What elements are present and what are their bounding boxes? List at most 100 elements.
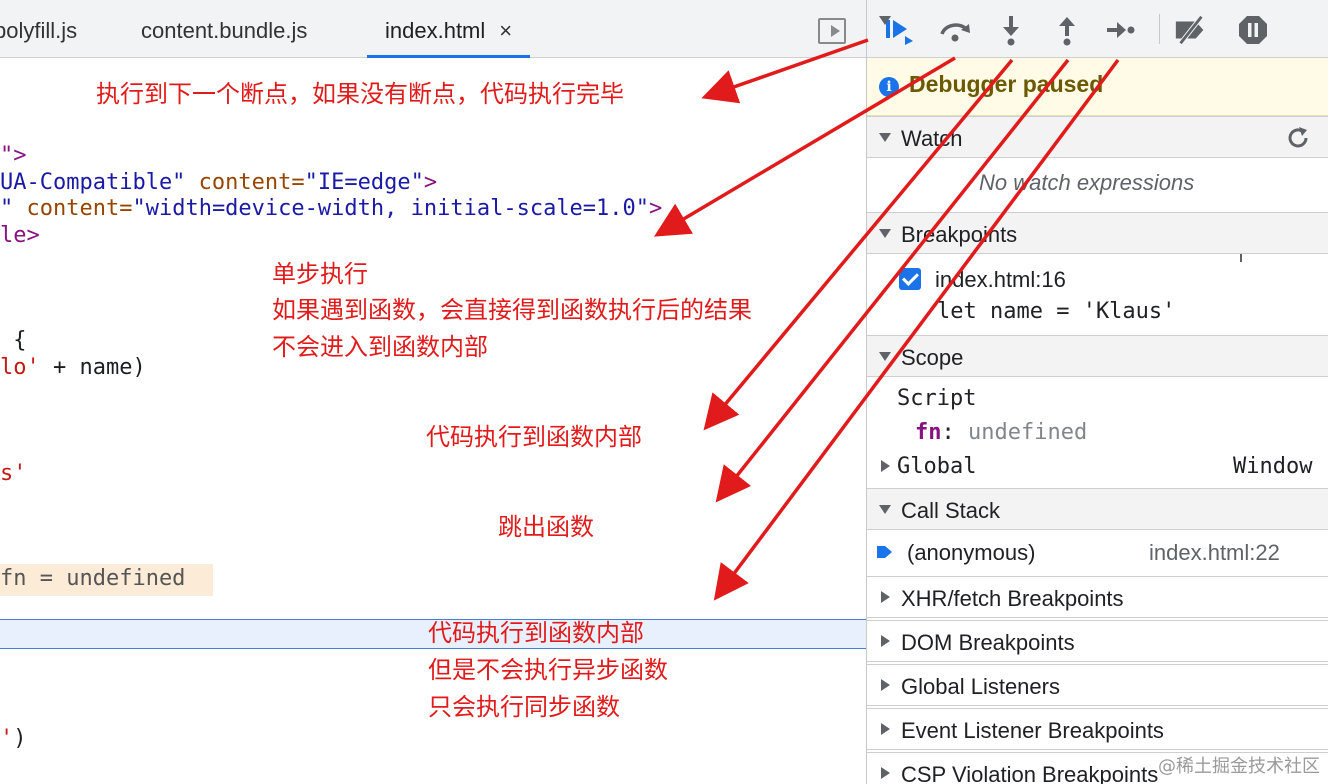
code-token: >	[423, 170, 438, 195]
code-token: lo'	[0, 355, 40, 380]
variable-separator: :	[941, 420, 955, 445]
watermark: @稀土掘金技术社区	[1158, 756, 1320, 777]
code-line: ')	[0, 726, 27, 751]
info-icon: i	[879, 77, 899, 97]
tab-label: polyfill.js	[0, 18, 78, 43]
deactivate-breakpoints-icon[interactable]	[1173, 12, 1209, 48]
chevron-right-icon	[881, 635, 890, 647]
code-token: ">	[0, 143, 27, 168]
call-frame[interactable]: (anonymous)	[907, 540, 1035, 566]
debugger-toolbar	[867, 0, 1328, 58]
breakpoint-checkbox[interactable]	[899, 268, 921, 290]
code-token: s'	[0, 461, 27, 486]
annotation-step-into: 代码执行到函数内部	[426, 423, 642, 451]
section-label: Global Listeners	[901, 674, 1060, 699]
toggle-sidebar-icon[interactable]	[818, 18, 846, 44]
paused-banner: i Debugger paused	[867, 58, 1328, 116]
chevron-right-icon	[881, 767, 890, 779]
breakpoint-code: let name = 'Klaus'	[937, 299, 1176, 324]
variable-name: fn	[915, 420, 942, 445]
section-breakpoints[interactable]: Breakpoints	[867, 212, 1328, 254]
section-label: Breakpoints	[901, 222, 1018, 247]
inline-value: fn = undefined	[0, 566, 186, 591]
editor-tab-bar: polyfill.js content.bundle.js index.html…	[0, 0, 866, 58]
code-token: >	[649, 196, 663, 221]
watch-empty: No watch expressions	[979, 170, 1195, 195]
code-line: fn = undefined	[0, 566, 185, 591]
section-global-listeners[interactable]: Global Listeners	[867, 664, 1328, 706]
code-line: {	[0, 328, 27, 353]
chevron-down-icon[interactable]	[879, 16, 891, 25]
section-label: XHR/fetch Breakpoints	[901, 586, 1124, 611]
annotation-step-over-2: 如果遇到函数，会直接得到函数执行后的结果	[272, 296, 752, 324]
section-label: Scope	[901, 345, 964, 370]
code-token: content=	[185, 170, 305, 195]
close-icon[interactable]: ×	[499, 18, 512, 43]
code-token: )	[13, 726, 27, 751]
section-xhr-breakpoints[interactable]: XHR/fetch Breakpoints	[867, 576, 1328, 618]
scope-script[interactable]: Script	[897, 386, 976, 411]
section-scope[interactable]: Scope	[867, 335, 1328, 377]
debugger-sidebar: i Debugger paused Watch No watch express…	[866, 0, 1328, 784]
scope-variable: fn: undefined	[915, 420, 1087, 445]
toolbar-separator	[1159, 14, 1160, 44]
annotation-step-over-1: 单步执行	[272, 260, 368, 288]
source-editor: polyfill.js content.bundle.js index.html…	[0, 0, 866, 784]
tab-label: content.bundle.js	[141, 18, 308, 43]
code-token: "IE=edge"	[304, 170, 424, 195]
paused-text: Debugger paused	[909, 71, 1104, 97]
code-line: le>	[0, 223, 40, 248]
annotation-step-3: 只会执行同步函数	[428, 693, 620, 721]
annotation-step-2: 但是不会执行异步函数	[428, 656, 668, 684]
current-frame-arrow-icon	[877, 546, 892, 558]
code-token: le	[0, 223, 27, 248]
chevron-down-icon	[879, 352, 891, 361]
pause-on-exceptions-icon[interactable]	[1235, 12, 1271, 48]
section-event-listener-breakpoints[interactable]: Event Listener Breakpoints	[867, 708, 1328, 750]
tab-label: index.html	[385, 18, 486, 43]
scope-global-value: Window	[1233, 454, 1313, 479]
chevron-right-icon[interactable]	[881, 460, 890, 472]
section-call-stack[interactable]: Call Stack	[867, 488, 1328, 530]
tab-polyfill[interactable]: polyfill.js	[0, 0, 77, 58]
chevron-down-icon	[879, 133, 891, 142]
code-token: >	[26, 223, 40, 248]
code-token: '	[0, 726, 14, 751]
step-icon[interactable]	[1103, 12, 1139, 48]
code-line: lo' + name)	[0, 355, 146, 380]
chevron-right-icon	[881, 679, 890, 691]
code-line: UA-Compatible" content="IE=edge">	[0, 170, 437, 195]
annotation-step-out: 跳出函数	[498, 513, 594, 541]
section-label: Call Stack	[901, 498, 1001, 523]
refresh-icon[interactable]	[1285, 125, 1311, 151]
tab-content-bundle[interactable]: content.bundle.js	[141, 0, 307, 58]
chevron-down-icon	[879, 229, 891, 238]
section-label: CSP Violation Breakpoints	[901, 762, 1159, 784]
chevron-down-icon	[879, 505, 891, 514]
section-dom-breakpoints[interactable]: DOM Breakpoints	[867, 620, 1328, 662]
chevron-right-icon	[881, 723, 890, 735]
section-label: DOM Breakpoints	[901, 630, 1075, 655]
code-token: "	[0, 196, 14, 221]
code-token: "width=device-width, initial-scale=1.0"	[132, 196, 650, 221]
step-over-icon[interactable]	[937, 12, 973, 48]
section-label: Event Listener Breakpoints	[901, 718, 1164, 743]
section-watch[interactable]: Watch	[867, 116, 1328, 262]
code-token: {	[0, 328, 27, 353]
annotation-step-over-3: 不会进入到函数内部	[272, 333, 488, 361]
code-token: UA-Compatible"	[0, 170, 186, 195]
breakpoint-location[interactable]: index.html:16	[935, 267, 1066, 293]
tab-index-html[interactable]: index.html ×	[366, 0, 531, 58]
scope-global[interactable]: Global	[897, 454, 976, 479]
code-line: s'	[0, 461, 27, 486]
code-token: + name)	[39, 355, 146, 380]
call-frame-location[interactable]: index.html:22	[1149, 540, 1280, 566]
variable-value: undefined	[968, 420, 1088, 445]
step-out-icon[interactable]	[1049, 12, 1085, 48]
step-into-icon[interactable]	[993, 12, 1029, 48]
code-line: " content="width=device-width, initial-s…	[0, 196, 662, 221]
chevron-right-icon	[881, 591, 890, 603]
section-label: Watch	[901, 126, 963, 151]
code-line: ">	[0, 143, 27, 168]
annotation-resume: 执行到下一个断点，如果没有断点，代码执行完毕	[96, 80, 624, 108]
